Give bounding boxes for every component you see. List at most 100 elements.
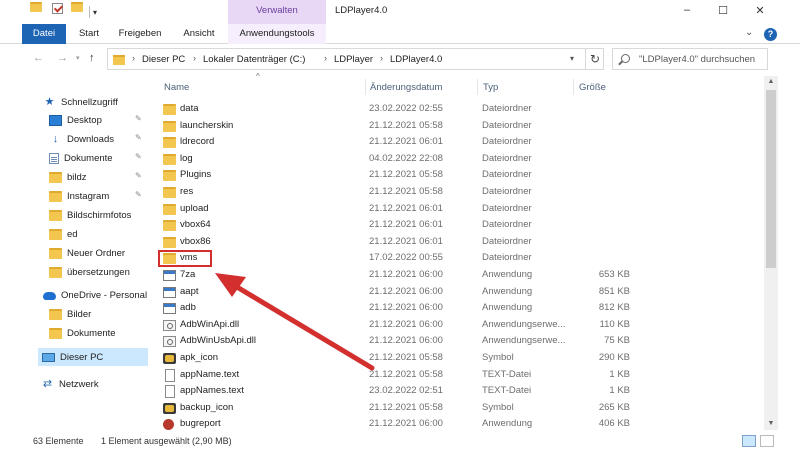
file-row[interactable]: apk_icon 21.12.2021 05:58 Symbol 290 KB <box>160 350 760 366</box>
nav-quick-access[interactable]: ★ Schnellzugriff <box>43 93 118 111</box>
file-row[interactable]: data 23.02.2022 02:55 Dateiordner <box>160 101 760 117</box>
breadcrumb-chevron-icon[interactable]: › <box>193 53 196 63</box>
file-row[interactable]: AdbWinApi.dll 21.12.2021 06:00 Anwendungse… <box>160 317 760 333</box>
breadcrumb-this-pc[interactable]: Dieser PC <box>142 54 185 65</box>
nav-label: übersetzungen <box>67 266 130 278</box>
help-icon[interactable]: ? <box>764 28 777 41</box>
tab-file[interactable]: Datei <box>22 24 66 44</box>
pin-icon[interactable]: ✎ <box>135 114 142 123</box>
scroll-down-icon[interactable]: ▼ <box>764 418 778 430</box>
nav-documents[interactable]: Dokumente <box>49 149 113 167</box>
customize-quick-access-icon[interactable]: ▾ <box>93 8 97 17</box>
search-input[interactable]: "LDPlayer4.0" durchsuchen <box>639 54 755 65</box>
scrollbar-thumb[interactable] <box>766 90 776 268</box>
recent-locations-icon[interactable]: ▾ <box>76 54 80 62</box>
tab-view[interactable]: Ansicht <box>180 24 218 44</box>
vertical-scrollbar[interactable]: ▲ ▼ <box>764 76 778 430</box>
pin-icon[interactable]: ✎ <box>135 190 142 199</box>
file-row[interactable]: log 04.02.2022 22:08 Dateiordner <box>160 151 760 167</box>
column-divider[interactable] <box>477 79 478 95</box>
file-row[interactable]: appName.text 21.12.2021 05:58 TEXT-Datei 1 … <box>160 367 760 383</box>
column-header-size[interactable]: Größe <box>579 82 606 93</box>
file-size: 653 KB <box>598 269 630 280</box>
file-row[interactable]: AdbWinUsbApi.dll 21.12.2021 06:00 Anwendun… <box>160 333 760 349</box>
file-date: 23.02.2022 02:55 <box>369 103 443 114</box>
pin-icon[interactable]: ✎ <box>135 133 142 142</box>
breadcrumb-ldplayer4[interactable]: LDPlayer4.0 <box>390 54 442 65</box>
breadcrumb-local-disk[interactable]: Lokaler Datenträger (C:) <box>203 54 305 65</box>
nav-ed[interactable]: ed <box>49 225 78 243</box>
properties-icon[interactable] <box>52 3 63 14</box>
tab-share[interactable]: Freigeben <box>118 24 162 44</box>
minimize-button[interactable]: – <box>677 4 697 20</box>
file-row[interactable]: res 21.12.2021 05:58 Dateiordner <box>160 184 760 200</box>
forward-arrow-icon[interactable]: → <box>57 52 68 64</box>
file-type: TEXT-Datei <box>482 368 532 380</box>
nav-neuer-ordner[interactable]: Neuer Ordner <box>49 244 125 262</box>
address-bar[interactable]: › Dieser PC › Lokaler Datenträger (C:) ›… <box>107 48 604 70</box>
file-row[interactable]: appNames.text 23.02.2022 02:51 TEXT-Datei 1… <box>160 383 760 399</box>
expand-ribbon-icon[interactable]: ⌄ <box>745 27 753 38</box>
breadcrumb-ldplayer[interactable]: LDPlayer <box>334 54 373 65</box>
folder-icon <box>163 170 176 182</box>
nav-desktop[interactable]: Desktop <box>49 111 102 129</box>
application-icon <box>163 303 176 315</box>
search-icon <box>621 54 630 63</box>
file-name: appName.text <box>180 368 240 380</box>
nav-label: Instagram <box>67 190 110 202</box>
large-icons-view-icon[interactable] <box>760 435 774 447</box>
file-row[interactable]: vbox64 21.12.2021 06:01 Dateiordner <box>160 217 760 233</box>
nav-this-pc[interactable]: Dieser PC <box>38 348 148 366</box>
column-divider[interactable] <box>365 79 366 95</box>
up-arrow-icon[interactable]: ↑ <box>89 52 95 64</box>
file-row[interactable]: aapt 21.12.2021 06:00 Anwendung 851 KB <box>160 284 760 300</box>
folder-icon <box>49 327 62 339</box>
pin-icon[interactable]: ✎ <box>135 152 142 161</box>
tab-start[interactable]: Start <box>76 24 102 44</box>
breadcrumb-chevron-icon[interactable]: › <box>380 53 383 63</box>
address-dropdown-icon[interactable]: ▾ <box>570 54 574 63</box>
nav-onedrive-bilder[interactable]: Bilder <box>49 305 91 323</box>
file-row[interactable]: adb 21.12.2021 06:00 Anwendung 812 KB <box>160 300 760 316</box>
maximize-button[interactable]: ☐ <box>713 4 733 20</box>
nav-uebersetzungen[interactable]: übersetzungen <box>49 263 130 281</box>
bug-icon <box>163 419 174 431</box>
tab-application-tools[interactable]: Anwendungstools <box>228 24 326 44</box>
file-row[interactable]: bugreport 21.12.2021 06:00 Anwendung 406 KB <box>160 416 760 432</box>
search-box[interactable]: "LDPlayer4.0" durchsuchen <box>612 48 768 70</box>
column-header-date[interactable]: Änderungsdatum <box>370 82 442 93</box>
nav-instagram[interactable]: Instagram <box>49 187 109 205</box>
column-header-name[interactable]: Name <box>164 82 189 93</box>
nav-downloads[interactable]: ↓ Downloads <box>49 130 114 148</box>
column-header-type[interactable]: Typ <box>483 82 498 93</box>
refresh-icon[interactable]: ↻ <box>587 52 603 66</box>
pin-icon[interactable]: ✎ <box>135 171 142 180</box>
nav-bildschirmfotos[interactable]: Bildschirmfotos <box>49 206 131 224</box>
application-icon <box>163 270 176 281</box>
new-folder-icon[interactable] <box>71 2 83 12</box>
nav-onedrive-dokumente[interactable]: Dokumente <box>49 324 116 342</box>
file-row[interactable]: vms 17.02.2022 00:55 Dateiordner <box>160 250 760 266</box>
close-button[interactable]: ✕ <box>750 4 770 20</box>
column-divider[interactable] <box>573 79 574 95</box>
file-type: Anwendungserwe... <box>482 318 566 330</box>
file-size: 1 KB <box>609 368 630 380</box>
file-row[interactable]: vbox86 21.12.2021 06:01 Dateiordner <box>160 234 760 250</box>
file-row[interactable]: launcherskin 21.12.2021 05:58 Dateiordner <box>160 118 760 134</box>
file-row[interactable]: Plugins 21.12.2021 05:58 Dateiordner <box>160 167 760 183</box>
nav-onedrive[interactable]: OneDrive - Personal <box>43 286 147 304</box>
back-arrow-icon[interactable]: ← <box>33 52 44 64</box>
breadcrumb-chevron-icon[interactable]: › <box>324 53 327 63</box>
file-row[interactable]: backup_icon 21.12.2021 05:58 Symbol 265 KB <box>160 400 760 416</box>
scroll-up-icon[interactable]: ▲ <box>764 76 778 88</box>
folder-icon <box>49 171 62 183</box>
nav-network[interactable]: ⇄ Netzwerk <box>41 375 99 393</box>
file-row[interactable]: ldrecord 21.12.2021 06:01 Dateiordner <box>160 134 760 150</box>
nav-bildz[interactable]: bildz <box>49 168 87 186</box>
nav-label: Dokumente <box>67 327 116 339</box>
file-row[interactable]: 7za 21.12.2021 06:00 Anwendung 653 KB <box>160 267 760 283</box>
details-view-icon[interactable] <box>742 435 756 447</box>
file-date: 23.02.2022 02:51 <box>369 385 443 397</box>
file-row[interactable]: upload 21.12.2021 06:01 Dateiordner <box>160 201 760 217</box>
breadcrumb-chevron-icon[interactable]: › <box>132 53 135 63</box>
